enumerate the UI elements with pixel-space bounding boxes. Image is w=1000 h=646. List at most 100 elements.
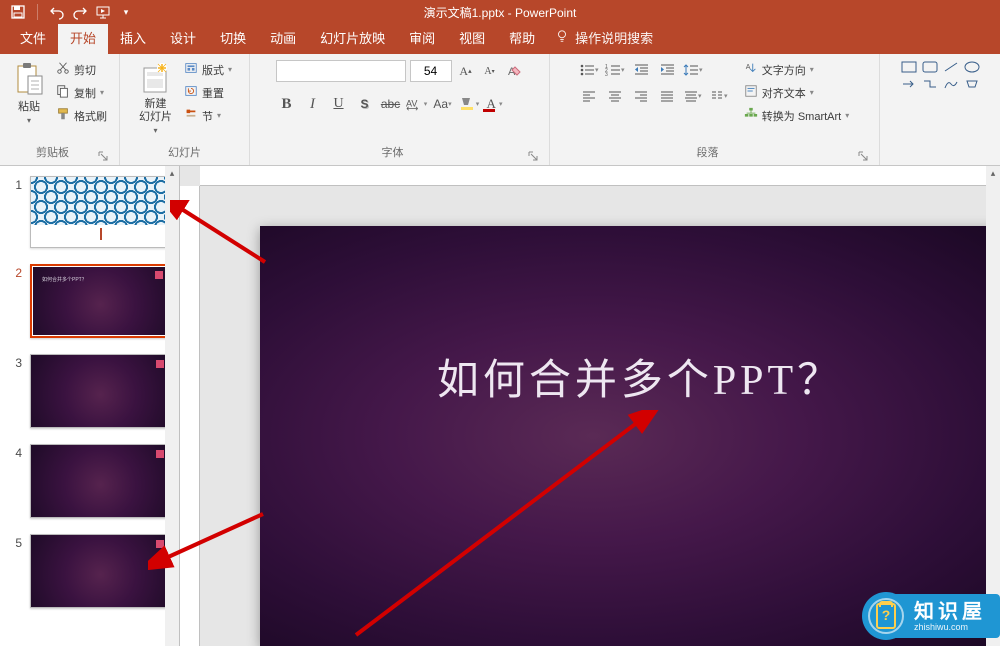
start-slideshow-icon[interactable]	[93, 2, 113, 22]
slide-thumb-5[interactable]	[30, 534, 171, 608]
shape-oval-icon[interactable]	[963, 60, 981, 74]
numbering-button[interactable]: 123▾	[604, 60, 626, 80]
new-slide-label: 新建 幻灯片	[139, 98, 172, 124]
new-slide-button[interactable]: 新建 幻灯片 ▾	[135, 60, 176, 137]
grow-font-icon[interactable]: A▴	[456, 61, 476, 81]
reset-button[interactable]: 重置	[182, 83, 234, 102]
brush-icon	[56, 107, 70, 124]
char-spacing-button[interactable]: AV▾	[406, 94, 428, 114]
redo-icon[interactable]	[70, 2, 90, 22]
undo-icon[interactable]	[47, 2, 67, 22]
slide-thumb-2[interactable]: 如何合并多个PPT？	[30, 264, 171, 338]
shape-freeform-icon[interactable]	[942, 77, 960, 91]
font-size-input[interactable]	[410, 60, 452, 82]
align-center-button[interactable]	[604, 86, 626, 106]
thumb-number: 5	[8, 534, 22, 550]
group-paragraph: ▾ 123▾ ▾ ▾ ▾ A文字方向▾ 对齐文本▾ 转换为	[550, 54, 880, 165]
clipboard-launcher-icon[interactable]	[97, 149, 111, 163]
font-color-button[interactable]: A▾	[484, 94, 506, 114]
tab-review[interactable]: 审阅	[397, 21, 447, 54]
group-label-slides: 幻灯片	[128, 141, 241, 163]
scissors-icon	[56, 61, 70, 78]
underline-button[interactable]: U	[328, 94, 350, 114]
watermark-logo[interactable]: ? 知识屋zhishiwu.com	[862, 592, 1000, 640]
group-label-font: 字体	[258, 141, 527, 163]
section-button[interactable]: 节▾	[182, 106, 234, 125]
smartart-button[interactable]: 转换为 SmartArt▾	[742, 106, 851, 125]
slide-canvas[interactable]: 如何合并多个PPT？	[260, 226, 1000, 646]
shape-rounded-icon[interactable]	[921, 60, 939, 74]
group-clipboard: 粘贴 ▾ 剪切 复制▾ 格式刷 剪贴板	[0, 54, 120, 165]
align-right-button[interactable]	[630, 86, 652, 106]
tell-me-label: 操作说明搜索	[575, 28, 653, 47]
slide-title-text[interactable]: 如何合并多个PPT？	[320, 346, 960, 407]
align-left-button[interactable]	[578, 86, 600, 106]
shrink-font-icon[interactable]: A▾	[480, 61, 500, 81]
watermark-brand: 知识屋	[914, 602, 986, 622]
text-direction-button[interactable]: A文字方向▾	[742, 60, 851, 79]
tab-insert[interactable]: 插入	[108, 21, 158, 54]
bold-button[interactable]: B	[276, 94, 298, 114]
slide-thumb-4[interactable]	[30, 444, 171, 518]
tab-help[interactable]: 帮助	[497, 21, 547, 54]
shapes-gallery[interactable]	[900, 60, 981, 91]
tab-design[interactable]: 设计	[158, 21, 208, 54]
align-text-button[interactable]: 对齐文本▾	[742, 83, 851, 102]
columns-button[interactable]: ▾	[708, 86, 730, 106]
distribute-button[interactable]: ▾	[682, 86, 704, 106]
shape-connector-icon[interactable]	[921, 77, 939, 91]
title-bar: ▾ 演示文稿1.pptx - PowerPoint	[0, 0, 1000, 24]
paste-button[interactable]: 粘贴 ▾	[10, 60, 48, 127]
tab-view[interactable]: 视图	[447, 21, 497, 54]
stage-scrollbar[interactable]: ▴	[986, 166, 1000, 646]
align-text-icon	[744, 84, 758, 101]
font-name-input[interactable]	[276, 60, 406, 82]
shape-rect-icon[interactable]	[900, 60, 918, 74]
watermark-url: zhishiwu.com	[914, 622, 986, 632]
slide-thumb-1[interactable]	[30, 176, 171, 248]
tab-animations[interactable]: 动画	[258, 21, 308, 54]
svg-text:A: A	[746, 64, 751, 71]
line-spacing-button[interactable]: ▾	[682, 60, 704, 80]
font-launcher-icon[interactable]	[527, 149, 541, 163]
tab-slideshow[interactable]: 幻灯片放映	[308, 21, 397, 54]
scroll-up-icon[interactable]: ▴	[165, 166, 179, 180]
paste-label: 粘贴	[18, 98, 40, 114]
shape-line-icon[interactable]	[942, 60, 960, 74]
save-icon[interactable]	[8, 2, 28, 22]
change-case-button[interactable]: Aa▾	[432, 94, 454, 114]
clear-format-icon[interactable]: A	[504, 61, 524, 81]
thumb-number: 3	[8, 354, 22, 370]
text-direction-icon: A	[744, 61, 758, 78]
cut-button[interactable]: 剪切	[54, 60, 109, 79]
qat-customize-icon[interactable]: ▾	[116, 2, 136, 22]
copy-button[interactable]: 复制▾	[54, 83, 109, 102]
shape-arrow-icon[interactable]	[900, 77, 918, 91]
tab-home[interactable]: 开始	[58, 21, 108, 54]
justify-button[interactable]	[656, 86, 678, 106]
thumb-number: 2	[8, 264, 22, 280]
shape-more-icon[interactable]	[963, 77, 981, 91]
group-label-paragraph: 段落	[558, 141, 857, 163]
layout-button[interactable]: 版式▾	[182, 60, 234, 79]
scroll-up-icon[interactable]: ▴	[986, 166, 1000, 180]
group-font: A▴ A▾ A B I U S abc AV▾ Aa▾ ▾ A▾ 字体	[250, 54, 550, 165]
indent-increase-button[interactable]	[656, 60, 678, 80]
italic-button[interactable]: I	[302, 94, 324, 114]
tab-file[interactable]: 文件	[8, 21, 58, 54]
strike-button[interactable]: abc	[380, 94, 402, 114]
tell-me-search[interactable]: 操作说明搜索	[547, 21, 661, 54]
shadow-button[interactable]: S	[354, 94, 376, 114]
bullets-button[interactable]: ▾	[578, 60, 600, 80]
tab-transitions[interactable]: 切换	[208, 21, 258, 54]
indent-decrease-button[interactable]	[630, 60, 652, 80]
thumbnails-scrollbar[interactable]: ▴	[165, 166, 179, 646]
para-launcher-icon[interactable]	[857, 149, 871, 163]
slide-thumb-3[interactable]	[30, 354, 171, 428]
group-slides: 新建 幻灯片 ▾ 版式▾ 重置 节▾ 幻灯片	[120, 54, 250, 165]
format-painter-button[interactable]: 格式刷	[54, 106, 109, 125]
vertical-ruler[interactable]	[180, 186, 200, 646]
slide-thumbnails-pane[interactable]: 1 2 如何合并多个PPT？ 3 4 5 ▴	[0, 166, 180, 646]
layout-icon	[184, 61, 198, 78]
highlight-button[interactable]: ▾	[458, 94, 480, 114]
